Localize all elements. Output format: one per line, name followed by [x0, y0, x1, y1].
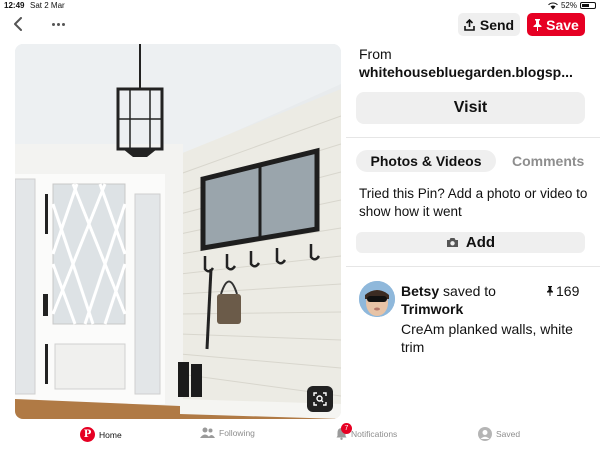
source-link[interactable]: whitehousebluegarden.blogsp... [359, 64, 589, 80]
saver-name[interactable]: Betsy [401, 283, 439, 299]
pin-icon [547, 286, 553, 296]
dot-icon [61, 22, 65, 26]
dot-icon [56, 22, 60, 26]
tab-notifications-label: Notifications [351, 428, 398, 439]
status-bar: 12:49 Sat 2 Mar 52% [0, 0, 600, 12]
tab-photos-videos[interactable]: Photos & Videos [356, 150, 496, 172]
tab-following[interactable]: Following [200, 427, 255, 438]
send-button[interactable]: Send [458, 13, 520, 36]
chevron-left-icon [14, 17, 22, 31]
avatar-photo [359, 281, 395, 317]
battery-icon [580, 2, 596, 9]
tab-following-label: Following [219, 427, 255, 438]
saved-to-text: saved to [443, 283, 496, 299]
add-label: Add [465, 234, 496, 251]
wifi-icon [548, 2, 558, 9]
divider [346, 266, 600, 267]
pin-image[interactable] [15, 44, 341, 419]
tab-comments[interactable]: Comments [512, 150, 584, 172]
save-label: Save [546, 16, 579, 33]
status-date: Sat 2 Mar [30, 1, 65, 10]
notifications-badge: 7 [341, 423, 352, 434]
avatar[interactable] [359, 281, 395, 317]
status-time: 12:49 [4, 1, 25, 10]
tab-bar: P Home Following Notifications Saved [0, 423, 600, 450]
tab-home[interactable]: P Home [80, 427, 122, 442]
board-name[interactable]: Trimwork [401, 301, 463, 317]
visit-button[interactable]: Visit [356, 92, 585, 124]
more-options-button[interactable] [46, 14, 70, 34]
send-label: Send [479, 16, 515, 33]
saver-line: Betsy saved to [401, 283, 496, 299]
status-right: 52% [548, 1, 596, 10]
saves-number: 169 [556, 283, 580, 299]
pin-icon [533, 18, 542, 31]
tab-saved[interactable]: Saved [478, 427, 520, 441]
add-photo-button[interactable]: Add [356, 232, 585, 253]
visual-search-icon [313, 392, 327, 406]
tab-home-label: Home [99, 429, 122, 440]
tabs: Photos & Videos Comments [356, 150, 596, 172]
people-icon [200, 427, 215, 438]
saves-count: 169 [547, 283, 579, 299]
save-button[interactable]: Save [527, 13, 585, 36]
profile-icon [478, 427, 492, 441]
camera-icon [446, 238, 458, 247]
pinterest-logo-icon: P [80, 427, 95, 442]
battery-percent: 52% [560, 1, 577, 10]
tried-pin-prompt: Tried this Pin? Add a photo or video to … [359, 186, 588, 219]
tab-saved-label: Saved [496, 429, 521, 439]
pin-description: CreAm planked walls, white trim [401, 321, 573, 355]
share-icon [464, 18, 475, 31]
visual-search-button[interactable] [307, 386, 333, 412]
divider [346, 137, 600, 138]
from-label: From [359, 46, 392, 62]
entryway-photo [15, 44, 341, 419]
dot-icon [51, 22, 55, 26]
back-button[interactable] [8, 13, 28, 35]
